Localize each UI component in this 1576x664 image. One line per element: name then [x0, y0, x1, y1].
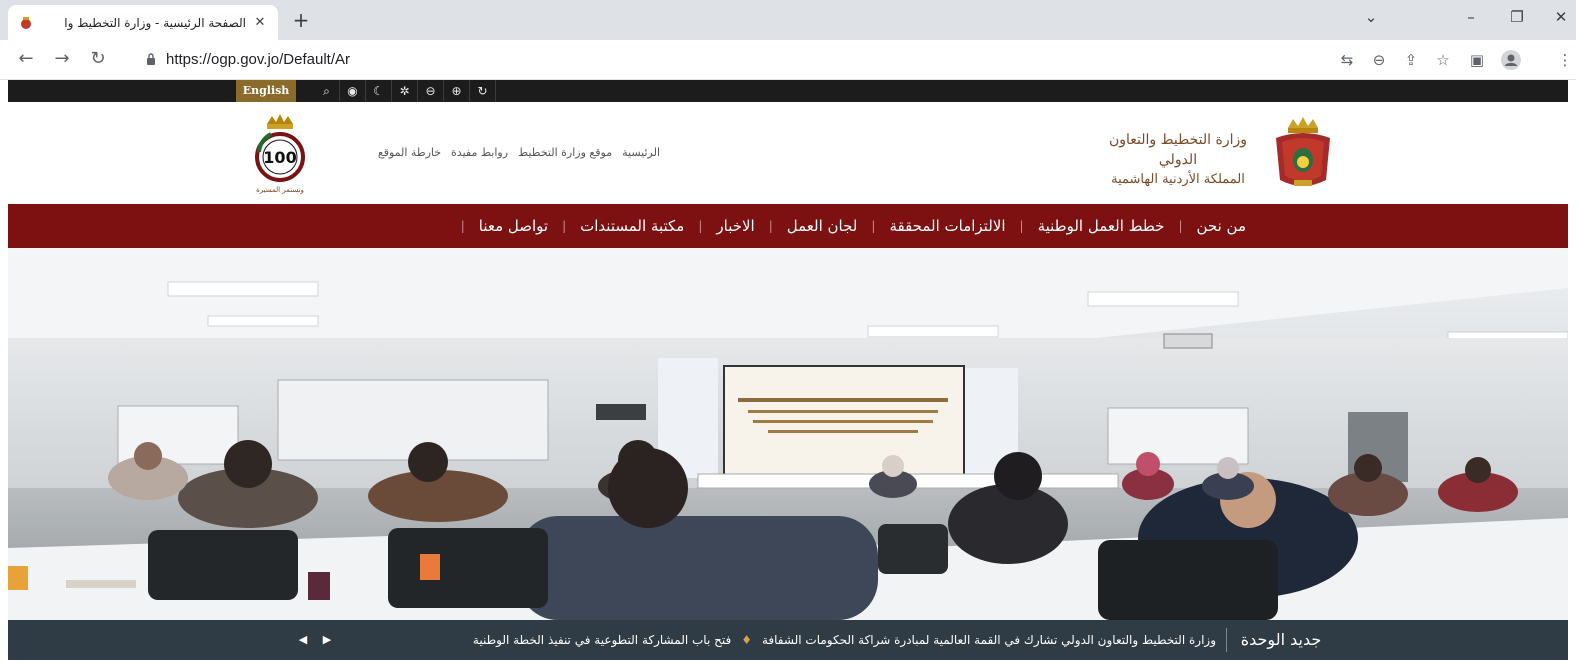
bookmark-star-icon[interactable]: ☆: [1432, 49, 1454, 71]
new-tab-button[interactable]: +: [288, 8, 314, 34]
ticker-next-arrow-icon[interactable]: ▶: [320, 632, 334, 648]
hero-meeting-photo: [8, 248, 1568, 620]
top-link-sitemap[interactable]: خارطة الموقع: [378, 146, 441, 159]
ministry-name-line1: وزارة التخطيط والتعاون الدولي: [1108, 132, 1248, 168]
top-link-home[interactable]: الرئيسية: [622, 146, 660, 159]
back-arrow-icon[interactable]: ←: [14, 48, 38, 72]
nav-achieved-commitments[interactable]: الالتزامات المحققة: [875, 217, 1019, 235]
restore-button[interactable]: ❐: [1502, 8, 1532, 26]
share-icon[interactable]: ⇪: [1400, 49, 1422, 71]
language-switch-button[interactable]: English: [236, 80, 296, 102]
nav-separator: |: [698, 219, 703, 233]
zoom-out-icon[interactable]: ⊖: [418, 80, 444, 102]
ticker-prev-arrow-icon[interactable]: ◀: [296, 632, 310, 648]
top-links: الرئيسية موقع وزارة التخطيط روابط مفيدة …: [330, 146, 660, 159]
reset-icon[interactable]: ↻: [470, 80, 496, 102]
browser-tab[interactable]: الصفحة الرئيسية - وزارة التخطيط وا ✕: [8, 5, 278, 40]
nav-separator: |: [1178, 219, 1183, 233]
ticker-item[interactable]: وزارة التخطيط والتعاون الدولي تشارك في ا…: [762, 620, 1216, 660]
side-panel-icon[interactable]: ▣: [1466, 49, 1488, 71]
zoom-in-icon[interactable]: ⊕: [444, 80, 470, 102]
ticker-divider: [1226, 628, 1227, 652]
nav-about[interactable]: من نحن: [1183, 217, 1261, 235]
translate-icon[interactable]: ⇆: [1336, 49, 1358, 71]
settings-icon[interactable]: ✲: [392, 80, 418, 102]
top-link-ministry-site[interactable]: موقع وزارة التخطيط: [518, 146, 612, 159]
nav-separator: |: [871, 219, 876, 233]
tab-title: الصفحة الرئيسية - وزارة التخطيط وا: [64, 15, 246, 30]
moon-icon[interactable]: ☾: [366, 80, 392, 102]
page-bottom-edge: [0, 660, 1576, 664]
search-icon[interactable]: ⌕: [314, 80, 340, 102]
ticker-title: جديد الوحدة: [1240, 630, 1322, 649]
nav-separator: |: [562, 219, 567, 233]
main-nav: من نحن | خطط العمل الوطنية | الالتزامات …: [300, 204, 1260, 248]
top-link-useful-links[interactable]: روابط مفيدة: [451, 146, 508, 159]
close-window-button[interactable]: ✕: [1546, 8, 1576, 26]
ministry-name[interactable]: وزارة التخطيط والتعاون الدولي المملكة ال…: [1092, 130, 1264, 190]
lock-icon: [147, 53, 155, 65]
jordan-coat-of-arms-icon[interactable]: [1268, 114, 1338, 194]
minimize-button[interactable]: –: [1456, 8, 1486, 26]
ticker-bullet-icon: ♦: [741, 633, 752, 647]
nav-separator: |: [460, 219, 465, 233]
forward-arrow-icon[interactable]: →: [50, 48, 74, 72]
nav-document-library[interactable]: مكتبة المستندات: [566, 217, 698, 235]
centenary-number: 100: [263, 148, 296, 167]
tab-search-dropdown-icon[interactable]: ⌄: [1356, 8, 1386, 26]
nav-separator: |: [1019, 219, 1024, 233]
ticker-item[interactable]: فتح باب المشاركة التطوعية في تنفيذ الخطة…: [473, 620, 731, 660]
tab-close-icon[interactable]: ✕: [252, 15, 268, 30]
menu-icon[interactable]: ⋮: [1554, 49, 1576, 71]
eye-icon[interactable]: ◉: [340, 80, 366, 102]
site-favicon-icon: [21, 16, 31, 29]
nav-national-action-plans[interactable]: خطط العمل الوطنية: [1024, 217, 1179, 235]
nav-working-committees[interactable]: لجان العمل: [773, 217, 872, 235]
profile-icon[interactable]: [1500, 49, 1522, 71]
centenary-logo[interactable]: 100 ونستمر المسيرة: [245, 112, 315, 196]
nav-separator: |: [768, 219, 773, 233]
ministry-name-line2: المملكة الأردنية الهاشمية: [1111, 172, 1245, 187]
centenary-caption: ونستمر المسيرة: [256, 186, 304, 194]
zoom-icon[interactable]: ⊖: [1368, 49, 1390, 71]
ticker-items: وزارة التخطيط والتعاون الدولي تشارك في ا…: [350, 620, 1216, 660]
nav-news[interactable]: الاخبار: [702, 217, 768, 235]
nav-contact-us[interactable]: تواصل معنا: [465, 217, 562, 235]
reload-icon[interactable]: ↻: [86, 48, 110, 72]
url-text[interactable]: https://ogp.gov.jo/Default/Ar: [166, 51, 350, 68]
